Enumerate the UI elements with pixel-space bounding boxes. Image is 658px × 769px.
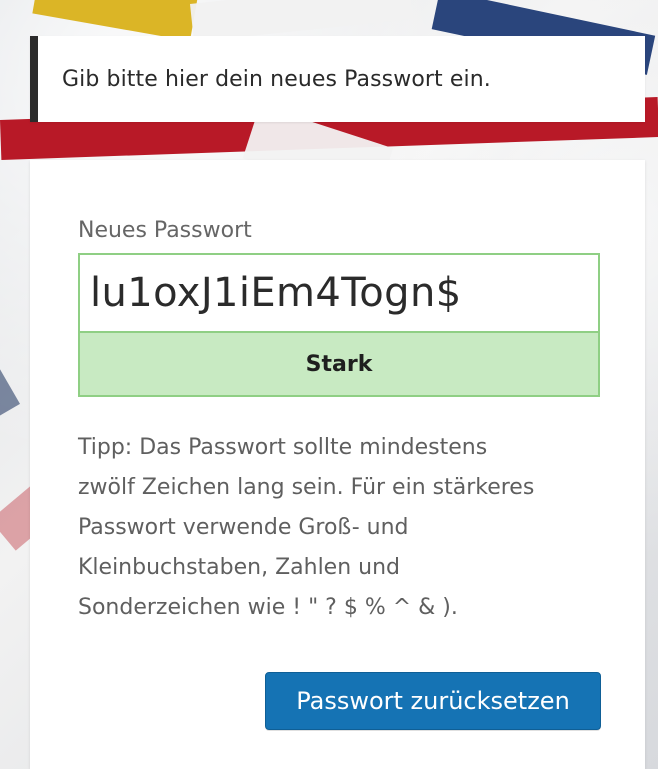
password-hint: Tipp: Das Passwort sollte mindestens zwö… bbox=[78, 435, 535, 620]
bg-card-stripe bbox=[0, 300, 20, 427]
reset-password-card: Neues Passwort Stark Tipp: Das Passwort … bbox=[30, 160, 645, 769]
new-password-label: Neues Passwort bbox=[78, 218, 252, 243]
new-password-input[interactable] bbox=[78, 253, 600, 331]
notice-text: Gib bitte hier dein neues Passwort ein. bbox=[62, 66, 491, 92]
password-reset-notice: Gib bitte hier dein neues Passwort ein. bbox=[30, 36, 645, 122]
new-password-field-group: Stark bbox=[78, 253, 600, 397]
password-strength-indicator: Stark bbox=[78, 331, 600, 397]
reset-password-button[interactable]: Passwort zurücksetzen bbox=[265, 672, 601, 730]
bg-card-stripe bbox=[32, 0, 198, 42]
